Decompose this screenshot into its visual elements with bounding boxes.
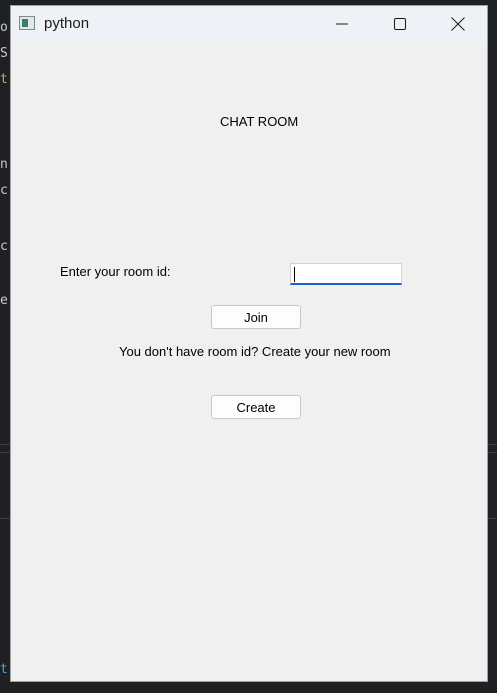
editor-text-fragment: o — [0, 20, 8, 35]
editor-text-fragment: S — [0, 46, 8, 61]
title-bar[interactable]: python — [11, 6, 487, 42]
editor-text-fragment: t — [0, 72, 8, 87]
editor-text-fragment: c — [0, 183, 8, 198]
maximize-button[interactable] — [377, 6, 423, 42]
close-button[interactable] — [435, 6, 481, 42]
editor-text-fragment: c — [0, 239, 8, 254]
maximize-icon — [394, 18, 406, 30]
join-button[interactable]: Join — [211, 305, 301, 329]
python-app-icon — [19, 16, 35, 30]
minimize-icon — [336, 23, 348, 25]
create-button[interactable]: Create — [211, 395, 301, 419]
text-caret — [294, 267, 295, 282]
room-id-input[interactable] — [290, 263, 402, 285]
editor-text-fragment: t — [0, 662, 8, 677]
app-window: python CHAT ROOM Enter your room id: Joi… — [10, 5, 488, 682]
create-room-hint: You don't have room id? Create your new … — [119, 344, 391, 359]
room-id-label: Enter your room id: — [60, 264, 171, 279]
minimize-button[interactable] — [319, 6, 365, 42]
close-icon — [451, 17, 465, 31]
window-title: python — [44, 15, 90, 32]
page-title: CHAT ROOM — [220, 114, 299, 129]
editor-text-fragment: e — [0, 293, 8, 308]
editor-text-fragment: n — [0, 157, 8, 172]
